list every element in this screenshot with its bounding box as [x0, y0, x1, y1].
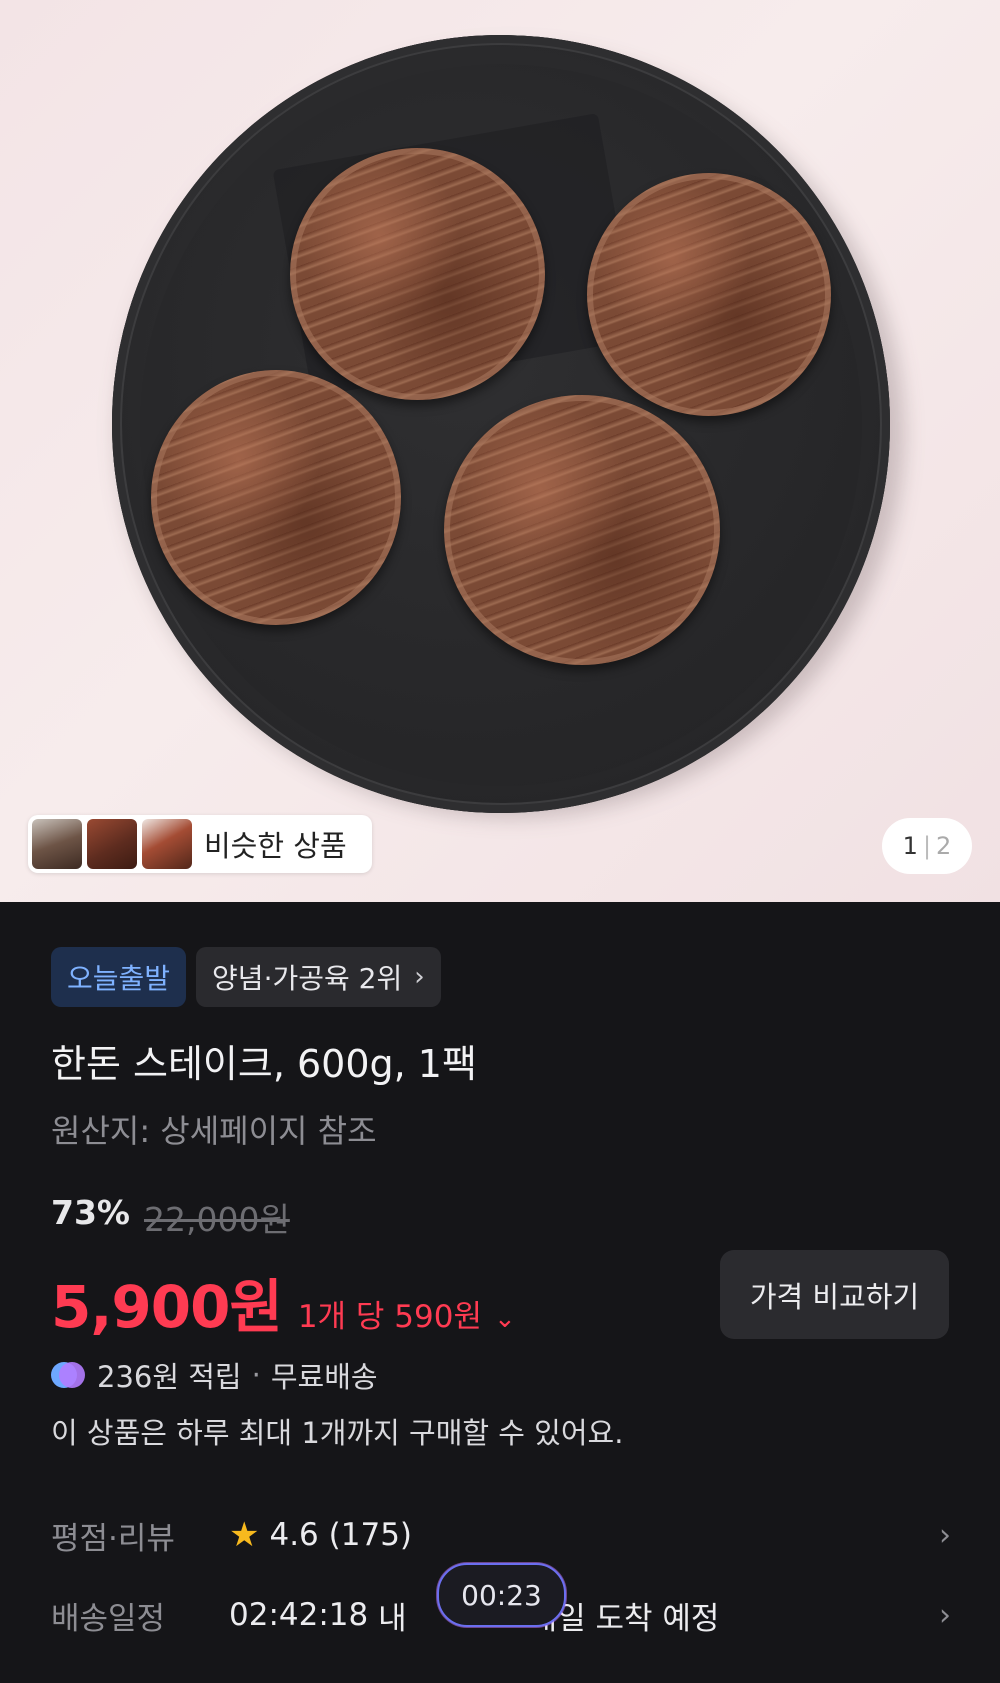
- review-count: (175): [328, 1517, 413, 1553]
- product-origin: 원산지: 상세페이지 참조: [51, 1112, 377, 1150]
- rating-score: 4.6: [269, 1517, 319, 1553]
- patty: [290, 148, 545, 400]
- shipping-text: 무료배송: [270, 1360, 378, 1394]
- patty: [444, 395, 720, 665]
- star-icon: ★: [229, 1515, 260, 1555]
- today-shipping-label: 오늘출발: [67, 962, 171, 995]
- purchase-limit-note: 이 상품은 하루 최대 1개까지 구매할 수 있어요.: [51, 1416, 624, 1450]
- compare-price-button[interactable]: 가격 비교하기: [720, 1250, 949, 1339]
- sale-price: 5,900원: [51, 1273, 283, 1341]
- chevron-right-icon: ›: [414, 962, 425, 992]
- counter-total: 2: [936, 832, 952, 860]
- points-shipping-row: 236원 적립 · 무료배송: [51, 1354, 378, 1396]
- chevron-right-icon: ›: [939, 1597, 951, 1633]
- category-rank-link[interactable]: 양념·가공육 2위 ›: [196, 947, 441, 1007]
- recording-timer-pill[interactable]: 00:23: [437, 1563, 566, 1627]
- price-row: 5,900원 1개 당 590원 ⌄: [51, 1260, 516, 1344]
- rating-label: 평점·리뷰: [51, 1520, 175, 1557]
- similar-product-thumbnail: [32, 819, 82, 869]
- chevron-down-icon[interactable]: ⌄: [494, 1304, 516, 1334]
- rating-review-row[interactable]: 평점·리뷰 ★ 4.6 (175) ›: [51, 1510, 951, 1560]
- image-page-counter: 1 | 2: [882, 818, 972, 874]
- category-rank-label: 양념·가공육 2위: [212, 962, 403, 995]
- counter-current: 1: [902, 832, 918, 860]
- chevron-right-icon: ›: [939, 1517, 951, 1553]
- discount-row: 73% 22,000원: [51, 1193, 290, 1241]
- dot-separator: ·: [251, 1358, 261, 1392]
- product-title: 한돈 스테이크, 600g, 1팩: [51, 1042, 477, 1086]
- delivery-label: 배송일정: [51, 1600, 166, 1637]
- delivery-countdown: 02:42:18: [229, 1597, 369, 1633]
- badge-row: 오늘출발 양념·가공육 2위 ›: [51, 947, 441, 1007]
- rating-value: ★ 4.6 (175): [229, 1517, 412, 1553]
- patty: [587, 173, 831, 416]
- similar-products-label: 비슷한 상품: [204, 829, 347, 863]
- unit-price[interactable]: 1개 당 590원: [298, 1291, 482, 1336]
- points-text: 236원 적립: [97, 1360, 242, 1394]
- similar-products-button[interactable]: 비슷한 상품: [28, 815, 372, 873]
- counter-divider: |: [922, 832, 932, 860]
- today-shipping-badge: 오늘출발: [51, 947, 187, 1007]
- similar-product-thumbnail: [87, 819, 137, 869]
- similar-product-thumbnail: [142, 819, 192, 869]
- delivery-text-before: 내: [378, 1600, 407, 1637]
- reward-coin-icon: [51, 1361, 85, 1389]
- product-image[interactable]: 비슷한 상품 1 | 2: [0, 0, 1000, 902]
- patty: [151, 370, 401, 625]
- original-price: 22,000원: [144, 1200, 290, 1239]
- discount-percent: 73%: [51, 1193, 130, 1232]
